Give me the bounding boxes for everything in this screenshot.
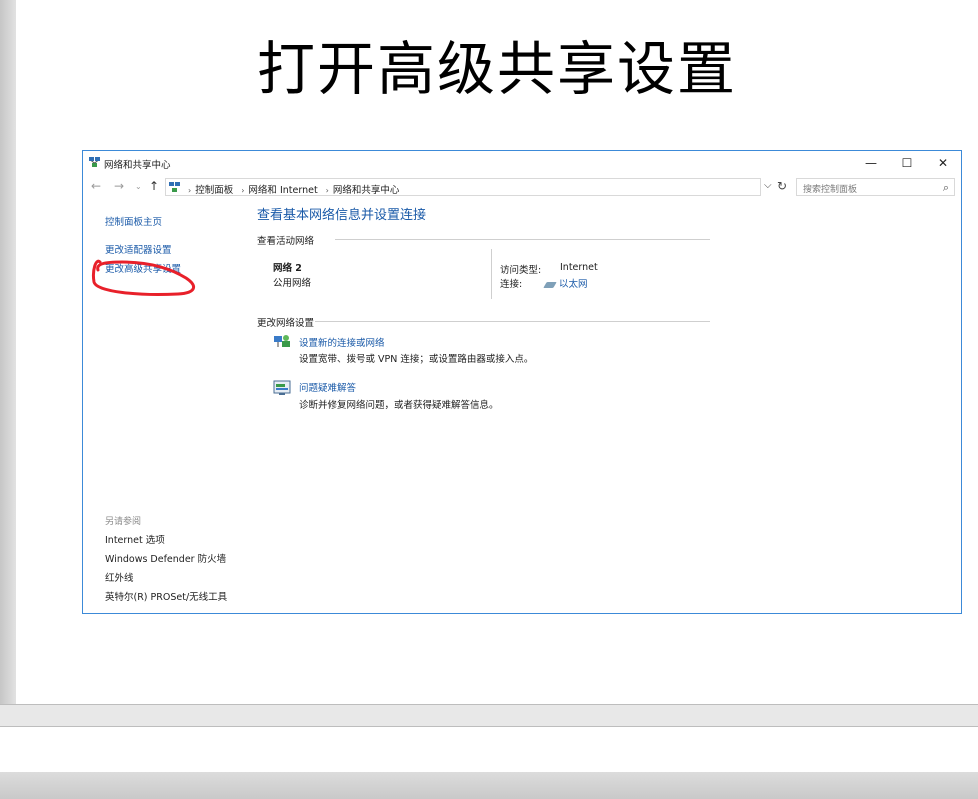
troubleshoot-desc: 诊断并修复网络问题，或者获得疑难解答信息。 [299, 400, 499, 411]
divider [335, 239, 710, 240]
notes-pane[interactable] [0, 726, 978, 774]
network-name: 网络 2 [273, 263, 302, 274]
slide-page: 打开高级共享设置 网络和共享中心 — ☐ ✕ ← → ⌄ ↑ › 控制面板 › … [16, 0, 978, 704]
recent-locations-chevron-icon[interactable]: ⌄ [135, 182, 142, 191]
ethernet-icon [543, 281, 557, 288]
setup-new-connection-link[interactable]: 设置新的连接或网络 [299, 335, 385, 349]
close-button[interactable]: ✕ [925, 153, 961, 173]
access-type-value: Internet [560, 262, 598, 273]
change-settings-heading: 更改网络设置 [257, 318, 315, 329]
title-bar: 网络和共享中心 — ☐ ✕ [83, 151, 961, 175]
see-also-heading: 另请参阅 [105, 517, 142, 527]
active-networks-heading: 查看活动网络 [257, 236, 315, 247]
sidebar-item-adapter-settings[interactable]: 更改适配器设置 [105, 242, 172, 256]
chevron-right-icon[interactable]: › [188, 186, 191, 195]
address-bar[interactable]: › 控制面板 › 网络和 Internet › 网络和共享中心 [165, 178, 761, 196]
see-also-defender-firewall[interactable]: Windows Defender 防火墙 [105, 551, 226, 565]
breadcrumb-item[interactable]: 网络和 Internet [248, 185, 317, 196]
network-center-icon [89, 157, 100, 167]
connection-label: 连接: [500, 279, 523, 290]
troubleshoot-icon [273, 380, 291, 395]
see-also-internet-options[interactable]: Internet 选项 [105, 532, 165, 546]
back-arrow-icon[interactable]: ← [91, 179, 101, 193]
address-dropdown-chevron-icon[interactable]: ⌵ [764, 180, 772, 191]
divider [491, 249, 492, 299]
refresh-icon[interactable]: ↻ [777, 179, 787, 193]
network-type-link: 公用网络 [273, 278, 312, 289]
sidebar-item-advanced-sharing[interactable]: 更改高级共享设置 [105, 261, 181, 275]
breadcrumb-item[interactable]: 网络和共享中心 [333, 185, 400, 196]
minimize-button[interactable]: — [853, 153, 889, 173]
setup-new-connection-desc: 设置宽带、拨号或 VPN 连接；或设置路由器或接入点。 [299, 354, 534, 365]
slide-title: 打开高级共享设置 [256, 35, 737, 103]
see-also-infrared[interactable]: 红外线 [105, 570, 134, 584]
status-bar [0, 772, 978, 799]
new-connection-icon [274, 335, 290, 347]
connection-value[interactable]: 以太网 [543, 276, 588, 290]
forward-arrow-icon[interactable]: → [114, 179, 124, 193]
chevron-right-icon[interactable]: › [241, 186, 244, 195]
breadcrumb-item[interactable]: 控制面板 [195, 185, 233, 196]
divider [315, 321, 710, 322]
slide-left-edge [0, 0, 16, 704]
control-panel-window: 网络和共享中心 — ☐ ✕ ← → ⌄ ↑ › 控制面板 › 网络和 Internet… [82, 150, 962, 614]
access-type-label: 访问类型: [500, 265, 542, 276]
network-center-icon [169, 182, 180, 192]
window-title: 网络和共享中心 [104, 160, 171, 171]
address-row: ← → ⌄ ↑ › 控制面板 › 网络和 Internet › 网络和共享中心 ⌵ ↻ 搜… [83, 178, 961, 198]
up-arrow-icon[interactable]: ↑ [149, 179, 159, 193]
search-icon[interactable]: ⌕ [943, 181, 949, 195]
page-title: 查看基本网络信息并设置连接 [257, 208, 427, 223]
connection-link[interactable]: 以太网 [559, 279, 588, 290]
slide-bottom-edge [0, 704, 978, 727]
breadcrumb: › 控制面板 › 网络和 Internet › 网络和共享中心 [184, 182, 403, 196]
maximize-button[interactable]: ☐ [889, 153, 925, 173]
search-input[interactable]: 搜索控制面板 ⌕ [796, 178, 955, 196]
search-placeholder: 搜索控制面板 [803, 185, 858, 195]
see-also-intel-proset[interactable]: 英特尔(R) PROSet/无线工具 [105, 589, 227, 603]
chevron-right-icon[interactable]: › [326, 186, 329, 195]
sidebar-item-home[interactable]: 控制面板主页 [105, 214, 162, 228]
troubleshoot-link[interactable]: 问题疑难解答 [299, 380, 356, 394]
